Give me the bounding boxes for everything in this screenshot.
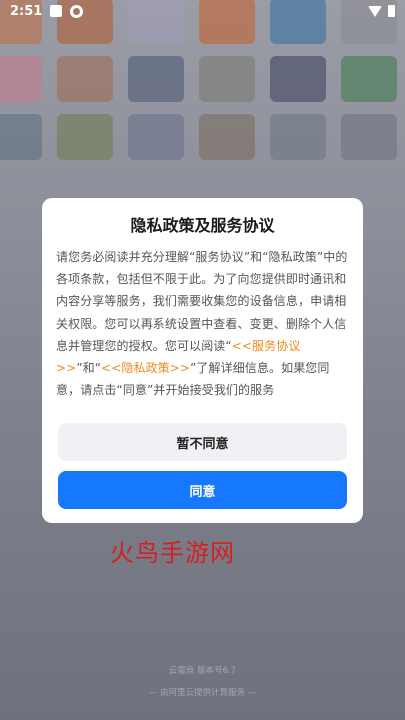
version-label: 云電竞 版本号6.7: [168, 666, 237, 676]
body-text: 请您务必阅读并充分理解“服务协议”和“隐私政策”中的各项条款，包括但不限于此。为…: [56, 250, 348, 353]
privacy-dialog: 隐私政策及服务协议 请您务必阅读并充分理解“服务协议”和“隐私政策”中的各项条款…: [42, 198, 363, 523]
game-tile: [199, 114, 255, 160]
status-right-group: [368, 5, 395, 17]
watermark-text: 火鸟手游网: [110, 539, 235, 567]
game-tile: [0, 56, 42, 102]
game-tile: [57, 114, 113, 160]
dialog-title: 隐私政策及服务协议: [130, 216, 275, 235]
game-tile: [341, 114, 397, 160]
decline-button[interactable]: 暂不同意: [58, 423, 347, 461]
status-time: 2:51: [10, 3, 43, 19]
battery-icon: [388, 5, 395, 17]
game-tile: [128, 114, 184, 160]
settings-gear-icon: [70, 4, 84, 18]
game-tile: [199, 56, 255, 102]
game-grid: [0, 0, 397, 188]
game-tile: [57, 56, 113, 102]
body-text: ”和“: [76, 361, 102, 376]
wifi-icon: [368, 5, 382, 17]
provider-label: — 由阿里云提供计算服务 —: [148, 688, 257, 698]
agree-button[interactable]: 同意: [58, 471, 347, 509]
game-tile: [341, 56, 397, 102]
privacy-policy-link[interactable]: <<隐私政策>>: [101, 361, 190, 375]
status-bar: 2:51: [0, 0, 405, 22]
game-tile: [128, 56, 184, 102]
game-tile: [0, 114, 42, 160]
game-tile: [270, 114, 326, 160]
notification-box-icon: [50, 5, 63, 17]
game-tile: [270, 56, 326, 102]
dialog-body: 请您务必阅读并充分理解“服务协议”和“隐私政策”中的各项条款，包括但不限于此。为…: [56, 246, 349, 401]
